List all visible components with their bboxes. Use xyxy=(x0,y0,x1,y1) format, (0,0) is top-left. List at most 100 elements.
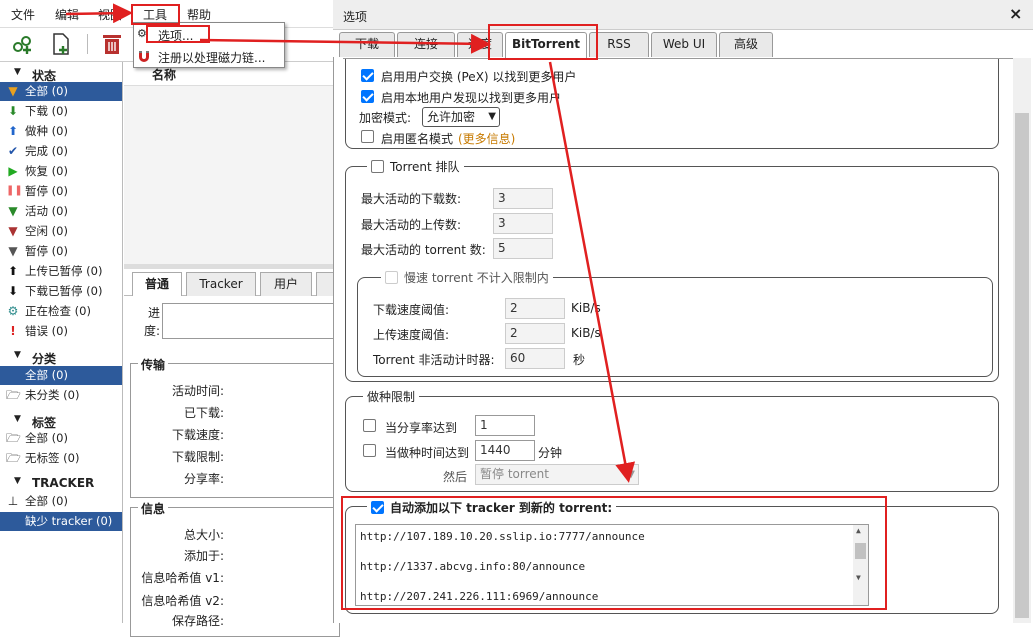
torrent-list[interactable] xyxy=(124,62,335,264)
textarea-scrollbar[interactable]: ▲ ▼ xyxy=(853,525,868,605)
menu-view[interactable]: 视图 xyxy=(98,6,122,23)
close-icon[interactable]: × xyxy=(1009,4,1022,23)
field-added-on: 添加于: xyxy=(183,549,224,563)
tracker-icon: ⊥ xyxy=(7,494,19,508)
menu-tools[interactable]: 工具 xyxy=(143,6,167,23)
sidebar-item-status[interactable]: ⬇ 下载已暂停 (0) xyxy=(0,282,122,301)
tab-rss[interactable]: RSS xyxy=(589,32,649,57)
max-uploads-input[interactable]: 3 xyxy=(493,213,553,234)
tab-connection[interactable]: 连接 xyxy=(397,32,455,57)
upload-stalled-icon: ⬆ xyxy=(7,264,19,278)
sidebar-item-untagged[interactable]: 🗁 无标签 (0) xyxy=(0,449,122,468)
column-name[interactable]: 名称 xyxy=(152,66,176,83)
menu-help[interactable]: 帮助 xyxy=(187,6,211,23)
ul-threshold-unit: KiB/s xyxy=(571,326,601,340)
sidebar-item-status[interactable]: ⬇ 下载 (0) xyxy=(0,102,122,121)
chevron-down-icon: ▼ xyxy=(627,469,635,480)
delete-icon[interactable] xyxy=(100,32,124,56)
sidebar-item-trackerless[interactable]: 缺少 tracker (0) xyxy=(0,512,122,531)
scroll-down-icon[interactable]: ▼ xyxy=(856,573,861,582)
menu-edit[interactable]: 编辑 xyxy=(55,6,79,23)
seed-time-input[interactable]: 1440 xyxy=(475,440,535,461)
sidebar-item-status[interactable]: ✔ 完成 (0) xyxy=(0,142,122,161)
sidebar-item-status[interactable]: ▶ 恢复 (0) xyxy=(0,162,122,181)
sidebar-item-label: 完成 (0) xyxy=(25,144,68,158)
max-downloads-label: 最大活动的下载数: xyxy=(361,192,462,206)
play-icon: ▶ xyxy=(8,164,18,178)
tab-general[interactable]: 普通 xyxy=(132,272,182,296)
seed-time-label: 当做种时间达到 xyxy=(385,446,470,460)
dl-threshold-input[interactable]: 2 xyxy=(505,298,565,319)
slow-torrents-checkbox[interactable] xyxy=(385,271,398,284)
seeding-action-select[interactable]: 暂停 torrent ▼ xyxy=(475,464,639,485)
more-info-link[interactable]: (更多信息) xyxy=(458,130,515,147)
sidebar-item-tracker-all[interactable]: ⊥ 全部 (0) xyxy=(0,492,122,511)
dl-threshold-label: 下载速度阈值: xyxy=(373,303,450,317)
collapse-arrow-icon: ▼ xyxy=(14,67,21,77)
menu-item-options[interactable]: 选项... xyxy=(158,27,193,44)
tab-downloads[interactable]: 下载 xyxy=(339,32,395,57)
sidebar-item-status[interactable]: ▼ 空闲 (0) xyxy=(0,222,122,241)
tab-tracker[interactable]: Tracker xyxy=(186,272,256,296)
sidebar-item-status[interactable]: ! 错误 (0) xyxy=(0,322,122,341)
sidebar: ▼ 状态 ▼ 全部 (0) ⬇ 下载 (0) ⬆ 做种 (0) ✔ 完成 (0) ▶ 恢复 (0) ❚… xyxy=(0,62,123,623)
filter-icon: ▼ xyxy=(8,224,18,238)
trackers-textarea[interactable]: http://107.189.10.20.sslip.io:7777/annou… xyxy=(355,524,869,606)
sidebar-item-tag-all[interactable]: 🗁 全部 (0) xyxy=(0,429,122,448)
dialog-scroll-thumb[interactable] xyxy=(1015,113,1029,618)
sidebar-item-status[interactable]: ▼ 全部 (0) xyxy=(0,82,122,101)
sidebar-item-status[interactable]: ▼ 活动 (0) xyxy=(0,202,122,221)
scroll-thumb[interactable] xyxy=(855,543,866,559)
ratio-input[interactable]: 1 xyxy=(475,415,535,436)
pex-checkbox[interactable] xyxy=(361,69,374,82)
ul-threshold-label: 上传速度阈值: xyxy=(373,328,450,342)
encryption-select[interactable]: 允许加密 ▼ xyxy=(422,107,500,127)
tab-speed[interactable]: 速度 xyxy=(457,32,503,57)
tracker-line: http://1337.abcvg.info:80/announce xyxy=(360,560,586,573)
options-tabs: 下载 连接 速度 BitTorrent RSS Web UI 高级 xyxy=(333,30,1033,58)
auto-trackers-checkbox[interactable] xyxy=(371,501,384,514)
queue-checkbox[interactable] xyxy=(371,160,384,173)
chevron-down-icon: ▼ xyxy=(488,111,496,122)
folder-icon: 🗁 xyxy=(6,431,21,445)
menu-item-register-magnet[interactable]: 注册以处理磁力链... xyxy=(158,49,265,66)
download-arrow-icon: ⬇ xyxy=(7,104,19,118)
dialog-scrollbar[interactable] xyxy=(1013,58,1031,623)
sidebar-item-status[interactable]: ⚙ 正在检查 (0) xyxy=(0,302,122,321)
sidebar-item-category-all[interactable]: 全部 (0) xyxy=(0,366,122,385)
ul-threshold-input[interactable]: 2 xyxy=(505,323,565,344)
tab-peers[interactable]: 用户 xyxy=(260,272,312,296)
anonymous-checkbox[interactable] xyxy=(361,130,374,143)
bittorrent-settings: 启用用户交换 (PeX) 以找到更多用户 启用本地用户发现以找到更多用户 加密模… xyxy=(343,58,1013,623)
add-torrent-file-icon[interactable] xyxy=(49,32,73,56)
sidebar-item-status[interactable]: ▼ 暂停 (0) xyxy=(0,242,122,261)
toolbar-divider xyxy=(87,34,88,54)
tab-bittorrent[interactable]: BitTorrent xyxy=(505,32,587,58)
field-active-time: 活动时间: xyxy=(171,384,224,398)
folder-icon: 🗁 xyxy=(6,451,21,465)
progress-label: 进度: xyxy=(143,306,160,338)
field-dl-speed: 下载速度: xyxy=(171,428,224,442)
upload-arrow-icon: ⬆ xyxy=(7,124,19,138)
field-downloaded: 已下载: xyxy=(183,406,224,420)
sidebar-item-status[interactable]: ⬆ 上传已暂停 (0) xyxy=(0,262,122,281)
add-torrent-link-icon[interactable] xyxy=(11,32,35,56)
sidebar-item-uncategorized[interactable]: 🗁 未分类 (0) xyxy=(0,386,122,405)
inactivity-timer-input[interactable]: 60 xyxy=(505,348,565,369)
scroll-up-icon[interactable]: ▲ xyxy=(856,526,861,535)
menu-file[interactable]: 文件 xyxy=(11,6,35,23)
field-dl-limit: 下载限制: xyxy=(171,450,224,464)
sidebar-item-status[interactable]: ⬆ 做种 (0) xyxy=(0,122,122,141)
tracker-line: http://207.241.226.111:6969/announce xyxy=(360,590,599,603)
sidebar-item-status[interactable]: ❚❚ 暂停 (0) xyxy=(0,182,122,201)
sidebar-item-label: 空闲 (0) xyxy=(25,224,68,238)
max-downloads-input[interactable]: 3 xyxy=(493,188,553,209)
ratio-checkbox[interactable] xyxy=(363,419,376,432)
tab-advanced[interactable]: 高级 xyxy=(719,32,773,57)
check-icon: ✔ xyxy=(7,144,19,158)
lsd-checkbox[interactable] xyxy=(361,90,374,103)
max-torrents-input[interactable]: 5 xyxy=(493,238,553,259)
tracker-line: http://107.189.10.20.sslip.io:7777/annou… xyxy=(360,530,645,543)
tab-webui[interactable]: Web UI xyxy=(651,32,717,57)
seed-time-checkbox[interactable] xyxy=(363,444,376,457)
